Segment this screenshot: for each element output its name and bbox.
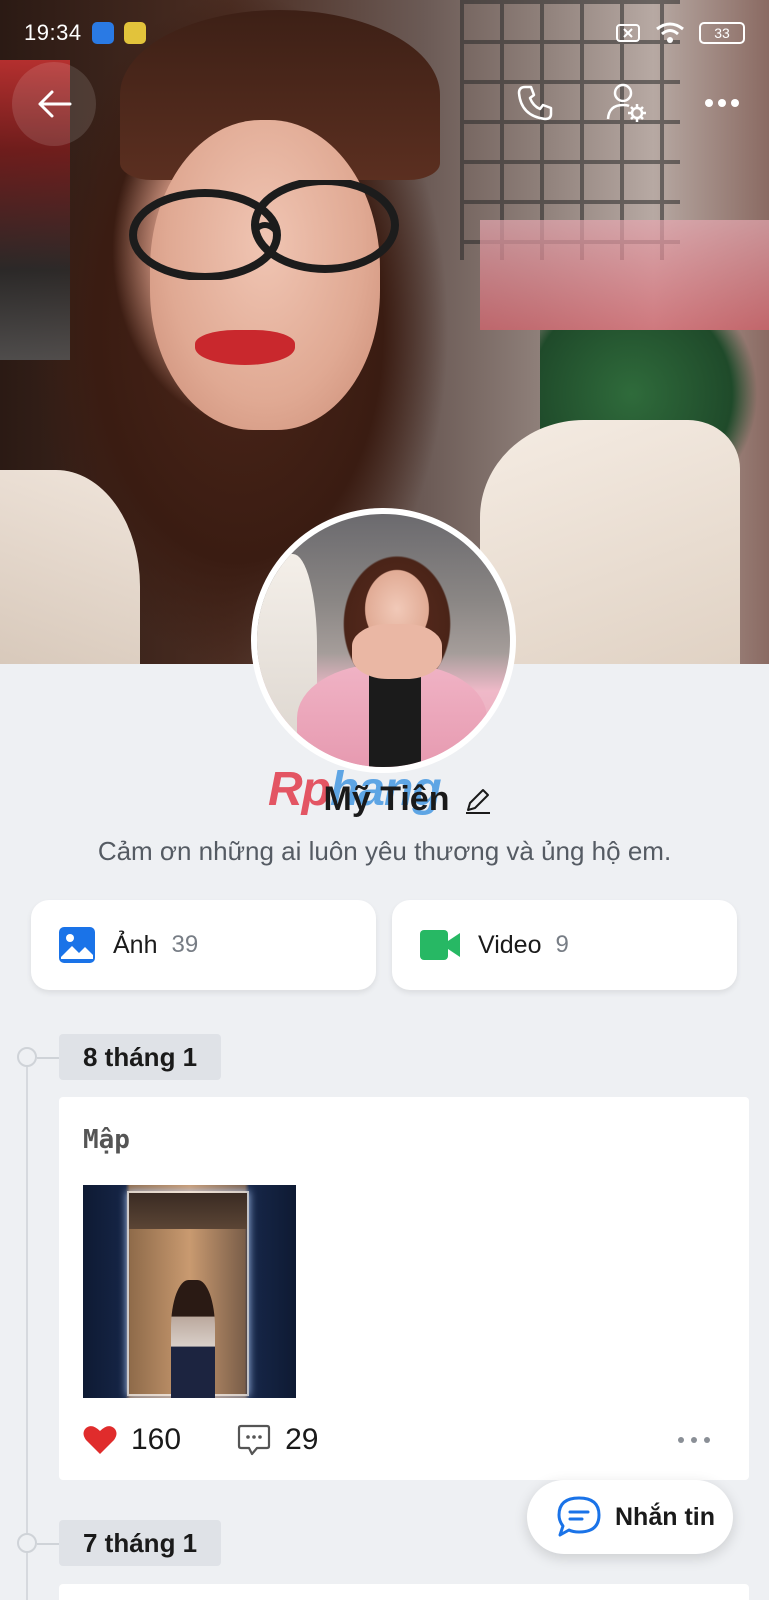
post-actions: 160 29 [83, 1415, 723, 1465]
more-icon [705, 99, 739, 107]
call-button[interactable] [510, 78, 560, 128]
videos-tab[interactable]: Video 9 [392, 900, 737, 990]
videos-tab-label: Video [478, 930, 542, 959]
phone-icon [517, 85, 553, 121]
pencil-icon [466, 788, 491, 814]
profile-settings-button[interactable] [602, 78, 652, 128]
heart-icon[interactable] [83, 1425, 117, 1455]
chat-bubble-icon [557, 1496, 601, 1537]
more-button[interactable] [697, 78, 747, 128]
post-photo[interactable] [83, 1185, 296, 1398]
back-button[interactable] [12, 62, 96, 146]
user-settings-icon [606, 83, 646, 122]
comment-count: 29 [285, 1423, 319, 1456]
comment-icon[interactable] [237, 1424, 271, 1456]
cover-decor [0, 470, 140, 664]
timeline-dot [17, 1533, 59, 1553]
video-icon [420, 930, 460, 960]
avatar-decor [369, 664, 421, 767]
battery-level: 33 [714, 25, 730, 41]
cover-decor [480, 420, 740, 664]
cover-decor [480, 220, 769, 330]
coin-app-icon [123, 22, 146, 44]
post-card[interactable] [59, 1584, 749, 1600]
date-chip: 8 tháng 1 [59, 1034, 222, 1080]
top-bar [0, 62, 769, 146]
message-button[interactable]: Nhắn tin [527, 1480, 733, 1554]
timeline-line [26, 1056, 28, 1600]
post-more-icon[interactable] [677, 1436, 711, 1444]
date-chip: 7 tháng 1 [59, 1520, 222, 1566]
status-bar: 19:34 33 [0, 0, 769, 66]
photos-tab-label: Ảnh [113, 930, 158, 959]
sim-x-icon [616, 24, 640, 42]
timeline-dot [17, 1047, 59, 1067]
battery-icon: 33 [699, 22, 745, 44]
cover-decor [195, 330, 295, 365]
avatar[interactable] [251, 508, 516, 773]
profile-name-row: Mỹ Tiên [0, 780, 769, 819]
wifi-icon [656, 22, 684, 43]
videos-tab-count: 9 [555, 931, 569, 958]
back-arrow-icon [38, 90, 72, 118]
photos-tab[interactable]: Ảnh 39 [31, 900, 376, 990]
post-card[interactable]: Mập 160 29 [59, 1097, 749, 1480]
avatar-decor [352, 624, 442, 679]
photos-tab-count: 39 [171, 931, 199, 958]
profile-name: Mỹ Tiên [323, 780, 450, 818]
image-icon [59, 927, 95, 963]
post-text: Mập [83, 1125, 130, 1155]
status-time: 19:34 [24, 20, 82, 45]
post-photo-decor [171, 1280, 215, 1398]
message-button-label: Nhắn tin [615, 1502, 715, 1531]
profile-bio: Cảm ơn những ai luôn yêu thương và ủng h… [97, 836, 672, 866]
home-app-icon [91, 22, 114, 44]
edit-name-button[interactable] [463, 785, 493, 815]
like-count: 160 [131, 1423, 182, 1456]
cover-decor [129, 180, 399, 280]
